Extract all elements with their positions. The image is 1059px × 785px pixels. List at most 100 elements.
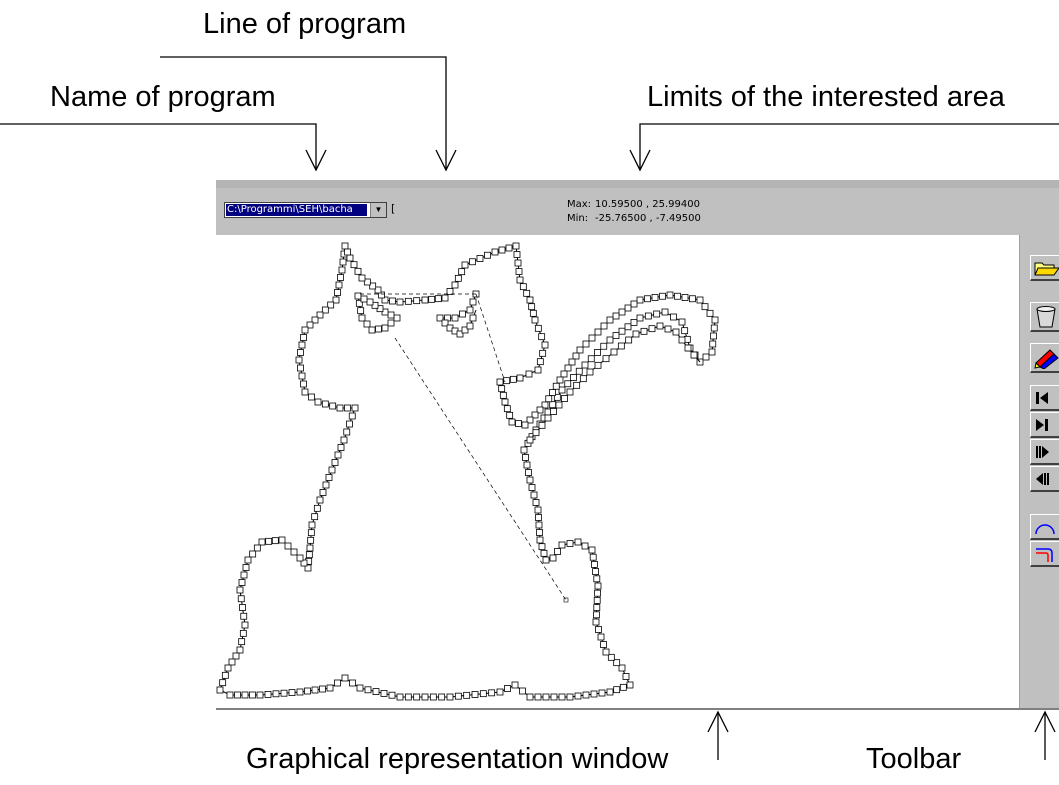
path-node bbox=[588, 546, 596, 554]
step-back-button[interactable] bbox=[1030, 466, 1059, 492]
path-node bbox=[617, 342, 625, 350]
path-node bbox=[710, 324, 718, 332]
path-node bbox=[538, 333, 546, 341]
path-node bbox=[554, 548, 561, 555]
path-node bbox=[586, 368, 594, 376]
path-node bbox=[249, 691, 256, 699]
path-node bbox=[338, 266, 346, 274]
path-node bbox=[592, 618, 600, 626]
path-node bbox=[334, 451, 342, 459]
path-node bbox=[428, 295, 436, 303]
path-node bbox=[337, 274, 344, 281]
path-node bbox=[335, 281, 343, 289]
path-node bbox=[648, 325, 656, 333]
path-node bbox=[535, 521, 543, 529]
path-node bbox=[329, 402, 337, 410]
path-node bbox=[561, 395, 568, 402]
program-name-select[interactable]: C:\Programmi\SEH\bacha ▼ bbox=[224, 202, 387, 218]
clear-button[interactable] bbox=[1030, 302, 1059, 332]
path-node bbox=[710, 332, 717, 340]
path-node bbox=[469, 314, 477, 322]
path-node bbox=[350, 261, 358, 269]
path-node bbox=[253, 544, 261, 552]
draw-button[interactable] bbox=[1030, 343, 1059, 373]
path-node bbox=[520, 446, 528, 454]
path-node bbox=[572, 352, 580, 360]
path-node bbox=[242, 564, 250, 571]
open-file-button[interactable] bbox=[1030, 255, 1059, 281]
min-label: Min: bbox=[567, 213, 589, 224]
path-node bbox=[265, 537, 273, 545]
path-node bbox=[626, 681, 634, 689]
chevron-down-icon[interactable]: ▼ bbox=[370, 203, 386, 217]
play-pause-button[interactable] bbox=[1030, 412, 1059, 438]
path-node bbox=[499, 391, 507, 399]
path-node bbox=[328, 466, 336, 474]
path-node bbox=[574, 692, 582, 700]
corner-mode-button[interactable] bbox=[1030, 541, 1059, 567]
path-node bbox=[594, 589, 602, 597]
path-node bbox=[566, 540, 574, 547]
path-node bbox=[550, 693, 558, 701]
path-node bbox=[375, 325, 382, 333]
arc-mode-button[interactable] bbox=[1030, 514, 1059, 540]
graphical-representation-window[interactable] bbox=[216, 235, 1019, 708]
program-name-value: C:\Programmi\SEH\bacha bbox=[226, 204, 367, 216]
path-node bbox=[313, 504, 321, 512]
path-node bbox=[505, 244, 513, 252]
path-node bbox=[488, 689, 496, 697]
path-node bbox=[523, 289, 531, 297]
path-node bbox=[670, 313, 677, 321]
path-node bbox=[702, 353, 710, 361]
path-node bbox=[594, 361, 602, 369]
path-node bbox=[421, 296, 429, 304]
path-node bbox=[461, 261, 469, 269]
path-node bbox=[656, 322, 664, 330]
path-node bbox=[498, 385, 506, 393]
path-node bbox=[581, 361, 589, 369]
path-node bbox=[509, 375, 517, 383]
path-node bbox=[598, 689, 606, 697]
fast-forward-button[interactable] bbox=[1030, 439, 1059, 465]
path-node bbox=[389, 297, 396, 305]
path-node bbox=[358, 274, 366, 282]
path-node bbox=[588, 334, 596, 342]
path-node bbox=[346, 254, 354, 262]
path-node bbox=[288, 689, 296, 697]
path-node bbox=[360, 295, 368, 303]
path-node bbox=[237, 595, 245, 603]
path-node bbox=[661, 308, 669, 316]
path-node bbox=[306, 544, 314, 552]
path-node bbox=[239, 604, 246, 611]
path-node bbox=[711, 316, 719, 324]
path-node bbox=[358, 314, 366, 322]
back-icon bbox=[1036, 472, 1049, 485]
path-node bbox=[278, 536, 286, 544]
path-node bbox=[297, 364, 304, 372]
toolbar bbox=[1019, 235, 1059, 708]
path-node bbox=[544, 414, 552, 422]
path-node bbox=[566, 388, 574, 396]
window-bottom-edge bbox=[216, 708, 1059, 710]
path-node bbox=[612, 312, 620, 320]
min-limits: Min: -25.76500 , -7.49500 bbox=[567, 213, 701, 224]
path-node bbox=[381, 324, 389, 332]
path-node bbox=[366, 298, 374, 306]
path-node bbox=[606, 336, 614, 344]
path-node bbox=[594, 349, 601, 356]
path-node bbox=[678, 318, 686, 326]
path-node bbox=[624, 304, 632, 312]
path-node bbox=[511, 681, 519, 689]
max-limits: Max: 10.59500 , 25.99400 bbox=[567, 199, 700, 210]
path-node bbox=[301, 388, 309, 396]
go-to-start-button[interactable] bbox=[1030, 385, 1059, 411]
folder-icon bbox=[1034, 262, 1059, 275]
path-node bbox=[681, 294, 689, 301]
path-node bbox=[525, 370, 533, 378]
path-node bbox=[298, 372, 306, 380]
path-node bbox=[441, 294, 449, 302]
path-node bbox=[516, 374, 524, 382]
path-node bbox=[396, 693, 404, 701]
path-node bbox=[536, 536, 544, 544]
skip-start-icon bbox=[1036, 391, 1048, 404]
